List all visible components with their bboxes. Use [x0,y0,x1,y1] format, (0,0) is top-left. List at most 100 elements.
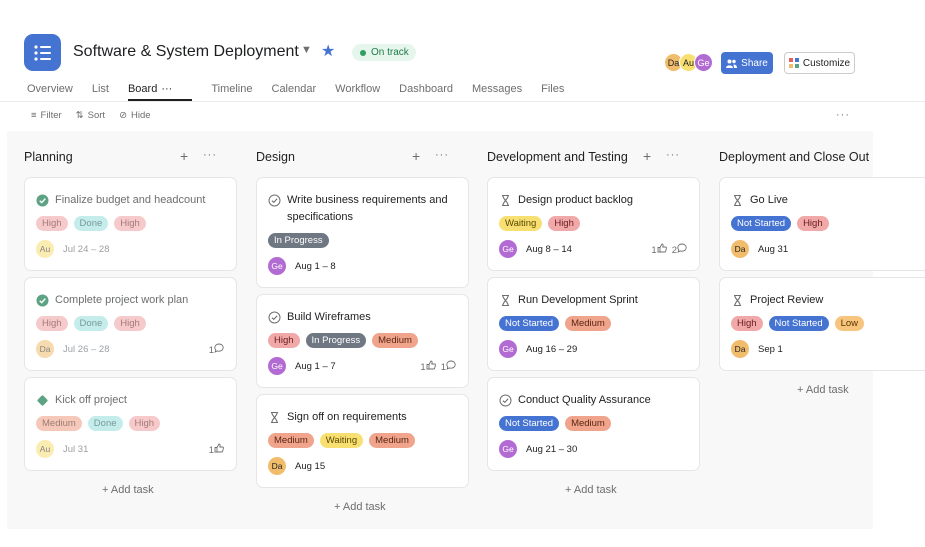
add-task-button[interactable]: + Add task [102,484,154,496]
due-date[interactable]: Aug 1 – 7 [295,361,336,372]
task-card[interactable]: Finalize budget and headcount High Done Hig… [24,177,237,271]
add-icon[interactable]: + [643,148,651,164]
tag-pill[interactable]: Not Started [768,316,829,331]
tag-pill[interactable]: Waiting [499,216,543,231]
add-task-button[interactable]: + Add task [797,384,849,396]
tag-pill[interactable]: High [36,216,68,231]
tag-pill[interactable]: Waiting [319,433,364,448]
task-card[interactable]: Conduct Quality Assurance Not Started Medi… [487,377,700,471]
more-horizontal-icon[interactable]: ··· [161,83,172,95]
task-card[interactable]: Design product backlog Waiting High Ge Aug 8… [487,177,700,271]
hourglass-icon[interactable] [499,194,512,213]
tag-pill[interactable]: Not Started [499,416,560,431]
add-icon[interactable]: + [412,148,420,164]
due-date[interactable]: Jul 31 [63,444,88,455]
comment-count[interactable]: 1 [441,360,456,373]
member-avatars[interactable]: Da Au Ge [664,53,713,72]
task-title-text[interactable]: Build Wireframes [287,309,458,330]
task-title-text[interactable]: Go Live [750,192,921,213]
task-card[interactable]: Build Wireframes High In Progress Medium Ge A… [256,294,469,388]
tag-pill[interactable]: In Progress [268,233,329,248]
check-circle-outline-icon[interactable] [268,311,281,330]
tag-pill[interactable]: Done [87,416,123,431]
task-title-text[interactable]: Write business requirements and specific… [287,192,458,226]
tag-pill[interactable]: Medium [565,316,611,331]
star-icon[interactable]: ★ [321,41,335,61]
task-title-text[interactable]: Complete project work plan [55,292,226,313]
task-card[interactable]: Complete project work plan High Done High Da… [24,277,237,371]
like-count[interactable]: 1 [420,360,436,373]
add-task-button[interactable]: + Add task [565,484,617,496]
more-horizontal-icon[interactable]: ··· [666,149,680,161]
check-circle-filled-icon[interactable] [36,294,49,313]
task-title-text[interactable]: Project Review [750,292,921,313]
due-date[interactable]: Aug 21 – 30 [526,444,577,455]
avatar[interactable]: Da [731,340,749,358]
tag-pill[interactable]: High [128,416,161,431]
tab-list[interactable]: List [92,83,109,101]
due-date[interactable]: Jul 24 – 28 [63,244,109,255]
due-date[interactable]: Aug 8 – 14 [526,244,572,255]
avatar[interactable]: Ge [268,257,286,275]
task-title-text[interactable]: Design product backlog [518,192,689,213]
hide-button[interactable]: ⊘ Hide [119,110,151,121]
filter-button[interactable]: ≡ Filter [31,110,62,121]
due-date[interactable]: Aug 31 [758,244,788,255]
milestone-diamond-icon[interactable] [36,394,49,413]
task-title-text[interactable]: Run Development Sprint [518,292,689,313]
task-title-text[interactable]: Sign off on requirements [287,409,458,430]
tab-timeline[interactable]: Timeline [211,83,252,101]
column-title[interactable]: Development and Testing [487,150,628,164]
task-card[interactable]: Write business requirements and specific… [256,177,469,288]
task-card[interactable]: Kick off project Medium Done High Au Jul 31 1 [24,377,237,471]
task-card[interactable]: Go Live Not Started High Da Aug 31 [719,177,925,271]
tab-files[interactable]: Files [541,83,564,101]
due-date[interactable]: Aug 16 – 29 [526,344,577,355]
column-title[interactable]: Design [256,150,295,164]
avatar[interactable]: Da [268,457,286,475]
due-date[interactable]: Sep 1 [758,344,783,355]
avatar[interactable]: Da [36,340,54,358]
tag-pill[interactable]: Not Started [499,316,560,331]
hourglass-icon[interactable] [268,411,281,430]
due-date[interactable]: Jul 26 – 28 [63,344,109,355]
share-button[interactable]: Share [721,52,773,74]
tag-pill[interactable]: High [114,216,146,231]
like-count[interactable]: 1 [651,243,667,256]
add-task-button[interactable]: + Add task [334,501,386,513]
due-date[interactable]: Aug 1 – 8 [295,261,336,272]
comment-count[interactable]: 2 [672,243,687,256]
customize-button[interactable]: Customize [784,52,855,74]
tag-pill[interactable]: High [114,316,146,331]
avatar[interactable]: Ge [268,357,286,375]
avatar[interactable]: Au [36,440,54,458]
status-badge[interactable]: On track [352,44,416,61]
column-title[interactable]: Deployment and Close Out [719,150,869,164]
due-date[interactable]: Aug 15 [295,461,325,472]
tab-overview[interactable]: Overview [27,83,73,101]
task-card[interactable]: Sign off on requirements Medium Waiting Med… [256,394,469,488]
tag-pill[interactable]: Not Started [731,216,792,231]
hourglass-icon[interactable] [499,294,512,313]
tag-pill[interactable]: Done [73,216,109,231]
tag-pill[interactable]: Medium [565,416,611,431]
more-horizontal-icon[interactable]: ··· [836,109,850,121]
task-title-text[interactable]: Conduct Quality Assurance [518,392,689,413]
check-circle-outline-icon[interactable] [499,394,512,413]
hourglass-icon[interactable] [731,194,744,213]
avatar[interactable]: Ge [499,240,517,258]
more-horizontal-icon[interactable]: ··· [203,149,217,161]
tag-pill[interactable]: High [36,316,68,331]
project-title[interactable]: Software & System Deployment [73,43,299,61]
like-count[interactable]: 1 [209,443,224,456]
avatar[interactable]: Da [731,240,749,258]
tag-pill[interactable]: High [797,216,829,231]
tag-pill[interactable]: High [268,333,300,348]
add-icon[interactable]: + [180,148,188,164]
comment-count[interactable]: 1 [209,343,224,356]
tag-pill[interactable]: Medium [36,416,82,431]
tag-pill[interactable]: In Progress [305,333,367,348]
check-circle-filled-icon[interactable] [36,194,49,213]
tab-board[interactable]: Board ··· [127,83,193,101]
check-circle-outline-icon[interactable] [268,194,281,226]
